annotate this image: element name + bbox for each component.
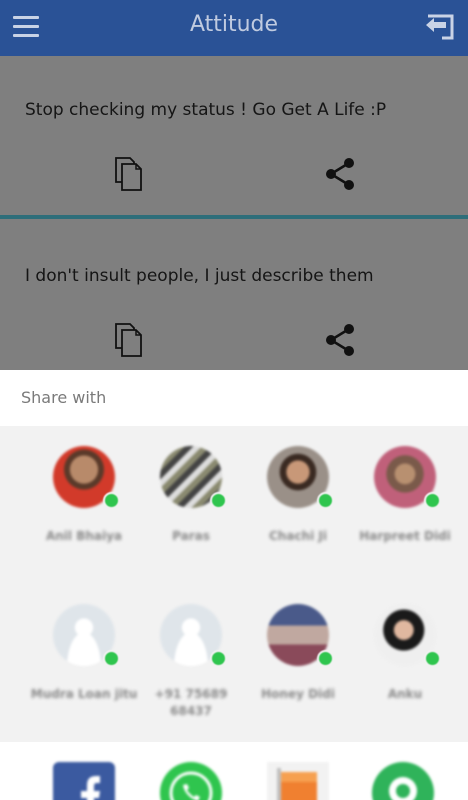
share-icon[interactable]	[323, 156, 357, 192]
hangouts-icon[interactable]	[372, 762, 434, 800]
whatsapp-icon	[103, 650, 120, 667]
contact-name: Harpreet Didi	[359, 529, 451, 543]
share-contact[interactable]: Anku	[351, 604, 459, 724]
back-arrow-icon[interactable]	[422, 12, 458, 44]
status-text: I don't insult people, I just describe t…	[25, 266, 374, 286]
share-contact[interactable]: Honey Didi	[244, 604, 352, 724]
status-card: Stop checking my status ! Go Get A Life …	[0, 56, 468, 215]
share-contact[interactable]: Chachi Ji	[244, 446, 352, 546]
app-bar: Attitude	[0, 0, 468, 56]
whatsapp-icon[interactable]	[160, 762, 222, 800]
whatsapp-icon	[210, 492, 227, 509]
share-contact[interactable]: Anil Bhaiya	[30, 446, 138, 546]
share-icon[interactable]	[323, 322, 357, 358]
app-flag-icon[interactable]	[267, 762, 329, 800]
whatsapp-icon	[210, 650, 227, 667]
page-title: Attitude	[189, 12, 279, 37]
copy-icon[interactable]	[113, 156, 145, 192]
share-contact[interactable]: Paras	[137, 446, 245, 546]
contact-name: +91 75689 68437	[154, 687, 228, 718]
contact-name: Paras	[172, 529, 210, 543]
whatsapp-icon	[103, 492, 120, 509]
contact-name: Chachi Ji	[269, 529, 327, 543]
share-sheet-title: Share with	[21, 388, 107, 407]
share-contact[interactable]: +91 75689 68437	[137, 604, 245, 724]
contact-name: Anil Bhaiya	[45, 529, 123, 543]
contact-name: Mudra Loan jitu	[30, 687, 138, 701]
status-text: Stop checking my status ! Go Get A Life …	[25, 100, 387, 120]
share-contact[interactable]: Harpreet Didi	[351, 446, 459, 546]
contact-name: Honey Didi	[261, 687, 335, 701]
status-card: I don't insult people, I just describe t…	[0, 219, 468, 370]
whatsapp-icon	[317, 492, 334, 509]
contact-name: Anku	[387, 687, 423, 701]
share-contact[interactable]: Mudra Loan jitu	[30, 604, 138, 724]
share-sheet: Share with Anil Bhaiya Paras Chachi Ji H…	[0, 370, 468, 800]
whatsapp-icon	[424, 650, 441, 667]
facebook-icon[interactable]	[53, 762, 115, 800]
whatsapp-icon	[317, 650, 334, 667]
copy-icon[interactable]	[113, 322, 145, 358]
contacts-grid: Anil Bhaiya Paras Chachi Ji Harpreet Did…	[0, 426, 468, 742]
whatsapp-icon	[424, 492, 441, 509]
